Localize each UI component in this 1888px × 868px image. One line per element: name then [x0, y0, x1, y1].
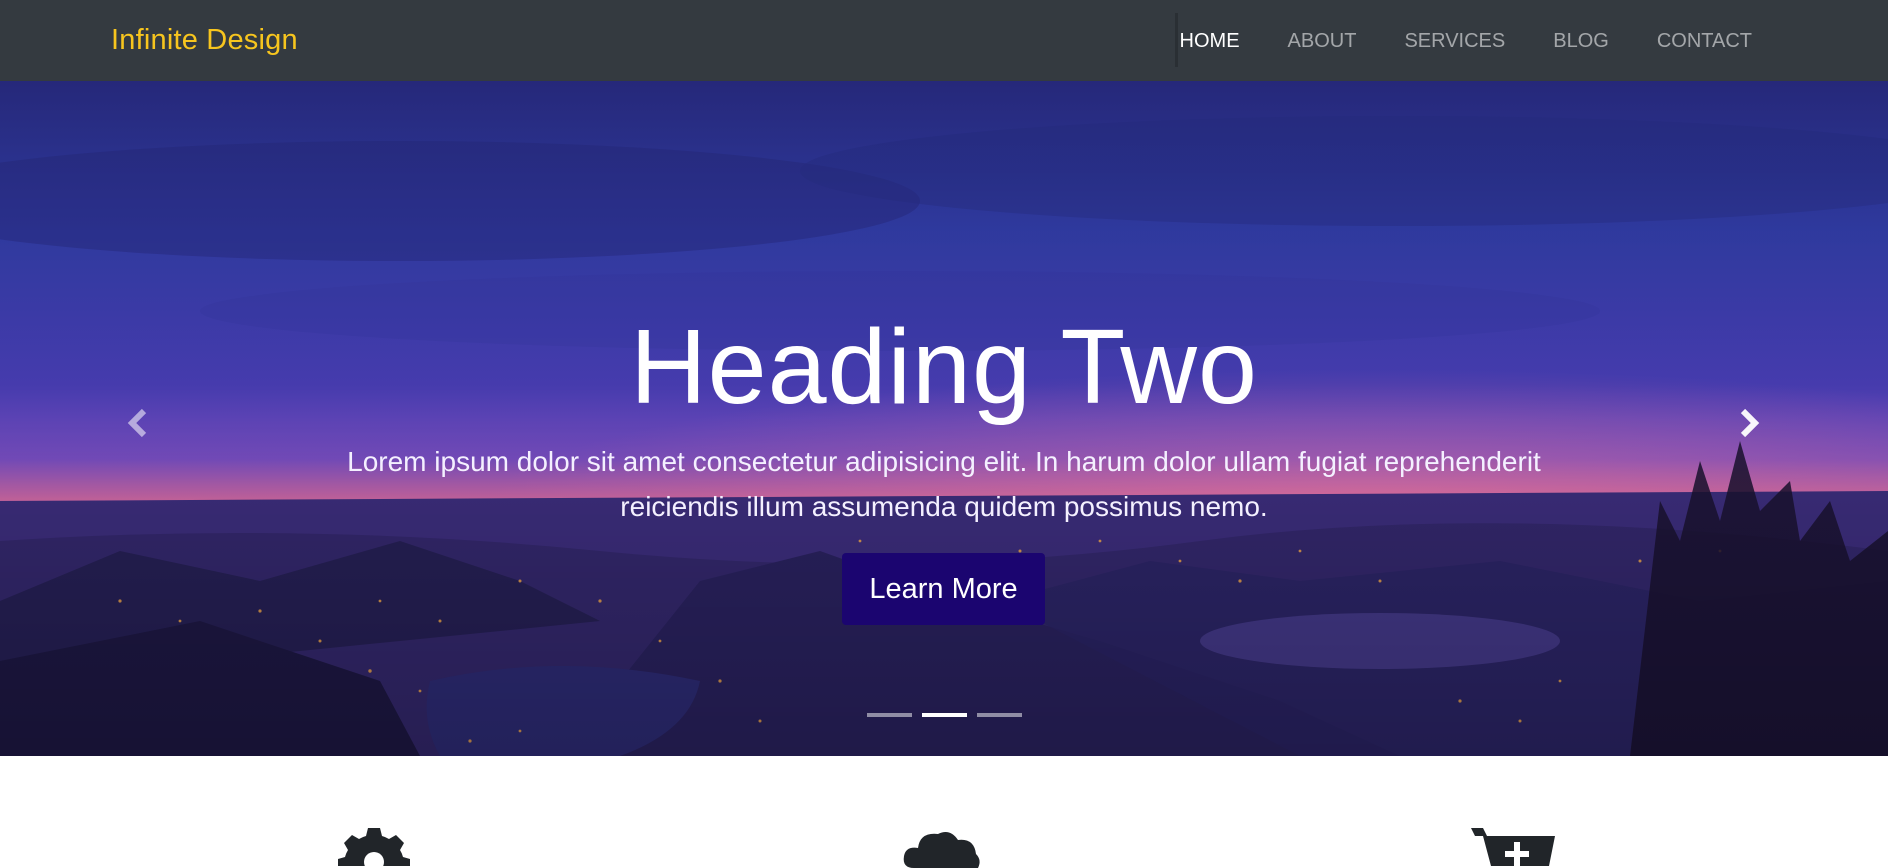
main-nav: HOME ABOUT SERVICES BLOG CONTACT [1132, 27, 1752, 55]
chevron-right-icon [1740, 408, 1760, 438]
learn-more-button[interactable]: Learn More [842, 553, 1045, 625]
hero-description-line-2: reiciendis illum assumenda quidem possim… [620, 491, 1268, 522]
cart-plus-icon [1471, 828, 1555, 866]
carousel-indicator-2[interactable] [921, 713, 967, 717]
nav-item-contact[interactable]: CONTACT [1657, 27, 1752, 55]
hero-carousel: Heading Two Lorem ipsum dolor sit amet c… [0, 81, 1888, 756]
nav-item-home[interactable]: HOME [1180, 27, 1240, 55]
navbar: Infinite Design HOME ABOUT SERVICES BLOG… [0, 0, 1888, 81]
nav-item-about[interactable]: ABOUT [1288, 27, 1357, 55]
nav-item-services[interactable]: SERVICES [1404, 27, 1505, 55]
hero-heading: Heading Two [630, 308, 1258, 426]
cloud-icon [903, 832, 980, 868]
hero-description-line-1: Lorem ipsum dolor sit amet consectetur a… [347, 446, 1541, 477]
hero-caption: Heading Two Lorem ipsum dolor sit amet c… [0, 81, 1888, 756]
carousel-prev-button[interactable] [118, 401, 158, 445]
hero-description: Lorem ipsum dolor sit amet consectetur a… [320, 439, 1568, 529]
nav-item-blog[interactable]: BLOG [1553, 27, 1609, 55]
chevron-left-icon [127, 408, 147, 438]
carousel-indicator-1[interactable] [866, 713, 912, 717]
carousel-indicators [0, 713, 1888, 717]
brand-logo[interactable]: Infinite Design [111, 22, 298, 58]
gear-icon [338, 828, 410, 866]
carousel-indicator-3[interactable] [976, 713, 1022, 717]
features-section [0, 756, 1888, 868]
carousel-next-button[interactable] [1729, 401, 1769, 445]
